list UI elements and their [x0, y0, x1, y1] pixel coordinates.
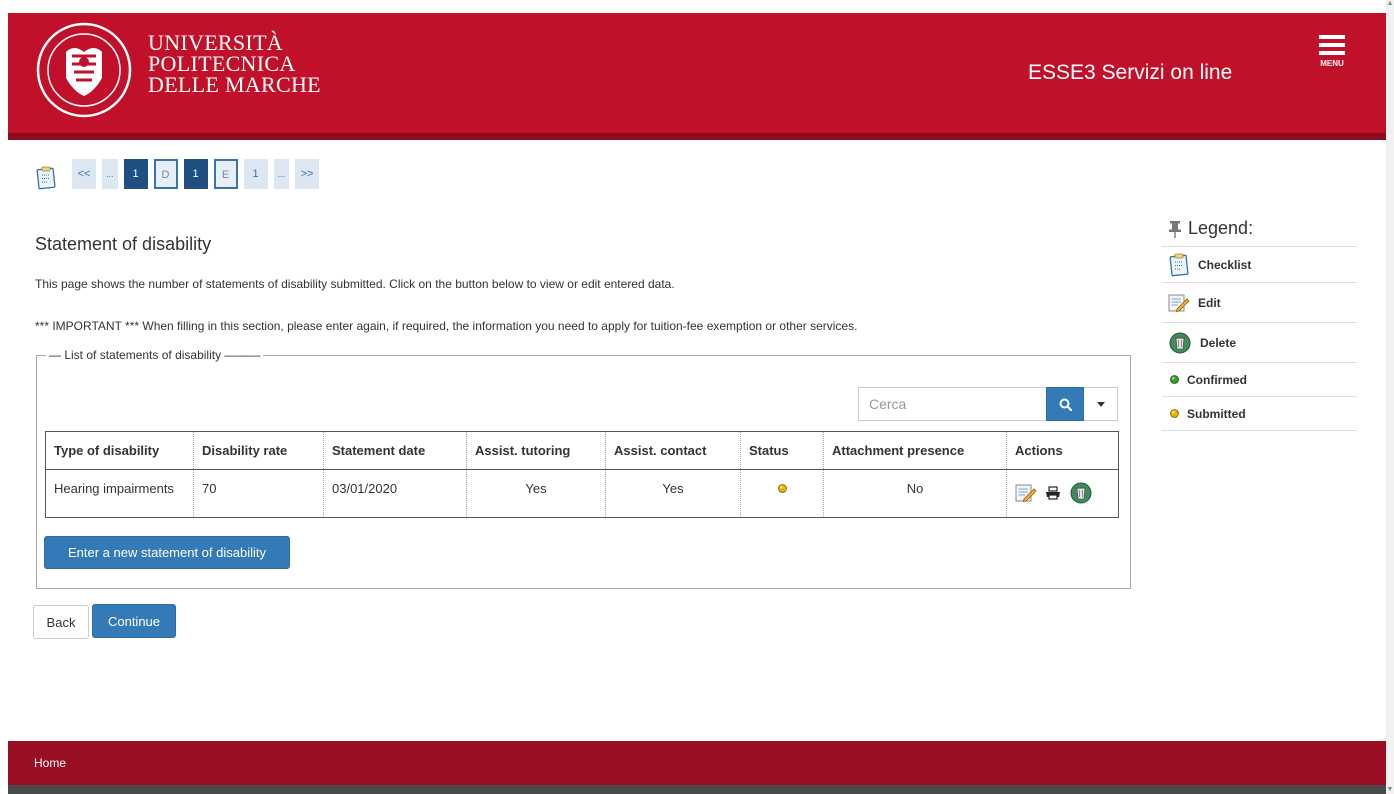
app-title: ESSE3 Servizi on line: [1028, 61, 1233, 84]
cell-status: [740, 469, 824, 518]
checklist-icon[interactable]: [36, 166, 56, 190]
university-name-line: DELLE MARCHE: [148, 72, 321, 97]
cell-attachment: No: [823, 469, 1007, 518]
search-input[interactable]: [858, 387, 1046, 421]
checklist-icon: [1169, 253, 1189, 276]
cell-tutoring: Yes: [466, 469, 606, 518]
pager-step[interactable]: 1: [123, 159, 148, 189]
menu-label: MENU: [1320, 59, 1344, 68]
menu-bar-icon: [1319, 51, 1345, 55]
column-header[interactable]: Statement date: [323, 431, 467, 470]
pager-step[interactable]: 1: [243, 159, 268, 189]
legend-item-checklist: Checklist: [1162, 247, 1357, 283]
cell-type: Hearing impairments: [54, 481, 174, 496]
legend-title: Legend:: [1188, 218, 1254, 238]
cell-rate: 70: [193, 469, 324, 518]
step-pager: << ... 1 D 1 E 1 ... >>: [72, 159, 320, 189]
statements-table: Type of disability Disability rate State…: [45, 431, 1119, 518]
legend-item-label: Confirmed: [1187, 372, 1247, 387]
footer-bottom-bar: [8, 785, 1386, 794]
column-header[interactable]: Attachment presence: [823, 431, 1007, 470]
column-header[interactable]: Actions: [1006, 431, 1119, 470]
cell-date: 03/01/2020: [323, 469, 467, 518]
pager-step[interactable]: E: [213, 159, 238, 189]
site-footer: Home: [8, 741, 1386, 785]
scroll-up-arrow-icon[interactable]: ▲: [1386, 0, 1394, 8]
important-note: *** IMPORTANT *** When filling in this s…: [35, 319, 858, 333]
university-seal-icon[interactable]: [36, 22, 132, 118]
search-icon: [1059, 398, 1072, 411]
fieldset-legend-text: List of statements of disability: [64, 348, 222, 362]
legend-item-submitted: Submitted: [1162, 397, 1357, 431]
pager-step[interactable]: D: [153, 159, 178, 189]
university-name-line: UNIVERSITÀ: [148, 30, 283, 55]
legend-panel: Legend: Checklist Edit Delete Confirmed …: [1162, 211, 1357, 431]
edit-icon: [1168, 294, 1190, 312]
menu-button[interactable]: MENU: [1314, 35, 1350, 83]
edit-icon[interactable]: [1015, 483, 1037, 503]
legend-item-label: Submitted: [1187, 406, 1246, 421]
column-header[interactable]: Assist. contact: [605, 431, 741, 470]
caret-down-icon: [1096, 401, 1105, 407]
legend-item-delete: Delete: [1162, 323, 1357, 363]
search-button[interactable]: [1046, 387, 1084, 421]
pager-current-step[interactable]: 1: [183, 159, 208, 189]
footer-home-link[interactable]: Home: [34, 756, 66, 770]
cell-contact: Yes: [605, 469, 741, 518]
pager-first[interactable]: <<: [72, 159, 96, 189]
pager-ellipsis[interactable]: ...: [273, 159, 290, 189]
university-name-line: POLITECNICA: [148, 51, 296, 76]
column-header[interactable]: Type of disability: [45, 431, 194, 470]
legend-item-label: Delete: [1200, 335, 1237, 350]
print-icon[interactable]: [1045, 486, 1061, 500]
green-dot-icon: [1170, 375, 1179, 384]
page-scrollbar[interactable]: ▲ ▼: [1386, 0, 1394, 794]
search-options-button[interactable]: [1084, 387, 1118, 421]
column-header[interactable]: Status: [740, 431, 824, 470]
pager-last[interactable]: >>: [295, 159, 320, 189]
column-header[interactable]: Assist. tutoring: [466, 431, 606, 470]
page-description: This page shows the number of statements…: [35, 277, 675, 291]
table-row: Hearing impairments 70 03/01/2020 Yes Ye…: [46, 469, 1119, 518]
legend-item-label: Edit: [1198, 295, 1221, 310]
pager-ellipsis[interactable]: ...: [102, 159, 118, 189]
delete-icon: [1169, 332, 1191, 353]
site-header: UNIVERSITÀ POLITECNICA DELLE MARCHE ESSE…: [8, 13, 1386, 140]
search-bar: [858, 387, 1118, 421]
scroll-down-arrow-icon[interactable]: ▼: [1386, 786, 1394, 794]
pushpin-icon: [1169, 220, 1181, 238]
continue-button[interactable]: Continue: [92, 604, 176, 638]
legend-item-label: Checklist: [1198, 257, 1252, 272]
column-header[interactable]: Disability rate: [193, 431, 324, 470]
university-name: UNIVERSITÀ POLITECNICA DELLE MARCHE: [148, 30, 321, 97]
legend-item-confirmed: Confirmed: [1162, 363, 1357, 397]
new-statement-button[interactable]: Enter a new statement of disability: [44, 536, 290, 569]
legend-item-edit: Edit: [1162, 283, 1357, 323]
yellow-dot-icon: [1170, 409, 1179, 418]
delete-icon[interactable]: [1069, 482, 1093, 504]
menu-bar-icon: [1319, 35, 1345, 39]
fieldset-legend: — List of statements of disability ———: [46, 348, 264, 362]
table-header-row: Type of disability Disability rate State…: [45, 431, 1119, 470]
back-button[interactable]: Back: [33, 605, 89, 639]
legend-header: Legend:: [1162, 211, 1357, 247]
cell-actions: [1006, 469, 1119, 518]
page-title: Statement of disability: [35, 234, 212, 254]
menu-bar-icon: [1319, 43, 1345, 47]
status-submitted-icon: [777, 484, 787, 493]
